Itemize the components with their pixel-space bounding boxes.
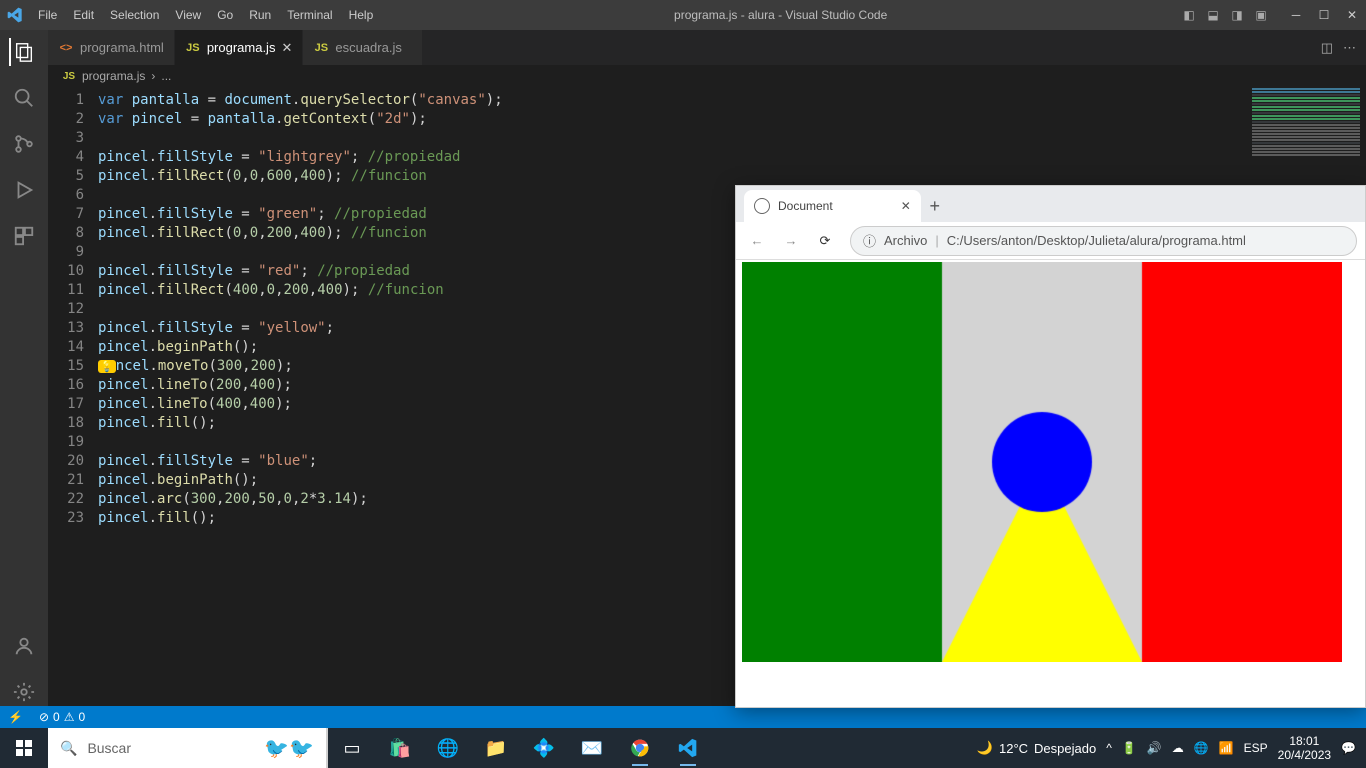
search-art-icon: 🐦🐦 — [264, 736, 314, 761]
split-editor-icon[interactable]: ◫ — [1321, 40, 1333, 56]
chrome-toolbar: ← → ⟳ ⓘ Archivo | C:/Users/anton/Desktop… — [736, 222, 1365, 260]
js-file-icon: JS — [313, 40, 329, 56]
reload-button[interactable]: ⟳ — [812, 228, 838, 254]
explorer-icon[interactable] — [9, 38, 37, 66]
separator: | — [935, 233, 938, 248]
tab-programa-js[interactable]: JS programa.js ✕ — [175, 30, 304, 65]
notifications-icon[interactable]: 💬 — [1341, 741, 1356, 755]
window-title: programa.js - alura - Visual Studio Code — [381, 8, 1180, 22]
activity-bar — [0, 30, 48, 706]
run-debug-icon[interactable] — [10, 176, 38, 204]
js-file-icon: JS — [185, 40, 201, 56]
volume-icon[interactable]: 🔊 — [1147, 741, 1162, 755]
search-placeholder: Buscar — [87, 740, 131, 756]
moon-icon: 🌙 — [977, 740, 993, 756]
menu-edit[interactable]: Edit — [65, 0, 102, 30]
code-content[interactable]: var pantalla = document.querySelector("c… — [98, 87, 503, 706]
tab-programa-html[interactable]: <> programa.html — [48, 30, 175, 65]
wifi-icon[interactable]: 📶 — [1219, 741, 1234, 755]
taskbar-search[interactable]: 🔍 Buscar 🐦🐦 — [48, 728, 328, 768]
back-button[interactable]: ← — [744, 228, 770, 254]
layout-panel-right-icon[interactable]: ◨ — [1228, 6, 1246, 24]
tab-label: programa.js — [207, 40, 276, 55]
chrome-tab-title: Document — [778, 199, 833, 213]
close-tab-icon[interactable]: ✕ — [901, 199, 911, 213]
start-button[interactable] — [0, 728, 48, 768]
input-lang[interactable]: ESP — [1244, 741, 1268, 755]
menu-view[interactable]: View — [167, 0, 209, 30]
error-icon: ⊘ — [39, 710, 49, 724]
clock-time: 18:01 — [1278, 734, 1331, 748]
tab-escuadra-js[interactable]: JS escuadra.js — [303, 30, 423, 65]
weather-temp: 12°C — [999, 741, 1028, 756]
network-icon[interactable]: 🌐 — [1194, 741, 1209, 755]
menu-run[interactable]: Run — [241, 0, 279, 30]
settings-gear-icon[interactable] — [10, 678, 38, 706]
editor-tabs: <> programa.html JS programa.js ✕ JS esc… — [48, 30, 1366, 65]
copilot-icon[interactable]: 💠 — [520, 728, 568, 768]
edge-icon[interactable]: 🌐 — [424, 728, 472, 768]
close-tab-icon[interactable]: ✕ — [281, 40, 292, 56]
titlebar: File Edit Selection View Go Run Terminal… — [0, 0, 1366, 30]
chrome-window[interactable]: Document ✕ + ← → ⟳ ⓘ Archivo | C:/Users/… — [735, 185, 1366, 708]
new-tab-button[interactable]: + — [921, 190, 949, 222]
vscode-taskbar-icon[interactable] — [664, 728, 712, 768]
menu-help[interactable]: Help — [341, 0, 382, 30]
battery-icon[interactable]: 🔋 — [1122, 741, 1137, 755]
warning-icon: ⚠ — [64, 710, 75, 724]
clock-date: 20/4/2023 — [1278, 748, 1331, 762]
source-control-icon[interactable] — [10, 130, 38, 158]
tab-label: escuadra.js — [335, 40, 401, 55]
layout-panel-bottom-icon[interactable]: ⬓ — [1204, 6, 1222, 24]
onedrive-icon[interactable]: ☁ — [1172, 741, 1184, 755]
chrome-tab[interactable]: Document ✕ — [744, 190, 921, 222]
chrome-tabstrip: Document ✕ + — [736, 186, 1365, 222]
search-icon[interactable] — [10, 84, 38, 112]
menu-selection[interactable]: Selection — [102, 0, 167, 30]
breadcrumb-rest: ... — [161, 69, 171, 83]
extensions-icon[interactable] — [10, 222, 38, 250]
tab-label: programa.html — [80, 40, 164, 55]
menu-go[interactable]: Go — [209, 0, 241, 30]
line-gutter: 1234567891011121314151617181920212223 — [48, 87, 98, 706]
menu-file[interactable]: File — [30, 0, 65, 30]
search-icon: 🔍 — [60, 740, 77, 757]
microsoft-store-icon[interactable]: 🛍️ — [376, 728, 424, 768]
address-scheme: Archivo — [884, 233, 927, 248]
info-icon: ⓘ — [863, 231, 876, 250]
forward-button[interactable]: → — [778, 228, 804, 254]
chrome-taskbar-icon[interactable] — [616, 728, 664, 768]
clock[interactable]: 18:01 20/4/2023 — [1278, 734, 1331, 762]
breadcrumb-file: programa.js — [82, 69, 145, 83]
menu-bar: File Edit Selection View Go Run Terminal… — [30, 0, 381, 30]
address-url: C:/Users/anton/Desktop/Julieta/alura/pro… — [947, 233, 1246, 248]
window-close-icon[interactable]: ✕ — [1338, 0, 1366, 30]
more-actions-icon[interactable]: ⋯ — [1343, 40, 1356, 56]
weather-desc: Despejado — [1034, 741, 1096, 756]
output-canvas — [742, 262, 1342, 662]
address-bar[interactable]: ⓘ Archivo | C:/Users/anton/Desktop/Julie… — [850, 226, 1357, 256]
mail-icon[interactable]: ✉️ — [568, 728, 616, 768]
status-bar: ⚡ ⊘ 0 ⚠ 0 — [0, 706, 1366, 728]
html-file-icon: <> — [58, 40, 74, 56]
layout-customize-icon[interactable]: ▣ — [1252, 6, 1270, 24]
chevron-right-icon: › — [151, 69, 155, 83]
globe-icon — [754, 198, 770, 214]
status-remote-icon[interactable]: ⚡ — [0, 710, 31, 724]
tray-chevron-icon[interactable]: ^ — [1106, 741, 1112, 755]
windows-taskbar: 🔍 Buscar 🐦🐦 ▭ 🛍️ 🌐 📁 💠 ✉️ 🌙 12°C Despeja… — [0, 728, 1366, 768]
menu-terminal[interactable]: Terminal — [279, 0, 340, 30]
task-view-icon[interactable]: ▭ — [328, 728, 376, 768]
vscode-logo-icon — [0, 7, 30, 23]
layout-panel-left-icon[interactable]: ◧ — [1180, 6, 1198, 24]
window-minimize-icon[interactable]: ─ — [1282, 0, 1310, 30]
chrome-viewport — [736, 260, 1365, 707]
account-icon[interactable] — [10, 632, 38, 660]
file-explorer-icon[interactable]: 📁 — [472, 728, 520, 768]
status-errors[interactable]: ⊘ 0 ⚠ 0 — [31, 710, 93, 724]
window-maximize-icon[interactable]: ☐ — [1310, 0, 1338, 30]
js-file-icon: JS — [62, 69, 76, 83]
breadcrumbs[interactable]: JS programa.js › ... — [48, 65, 1366, 87]
weather-widget[interactable]: 🌙 12°C Despejado — [977, 740, 1096, 756]
